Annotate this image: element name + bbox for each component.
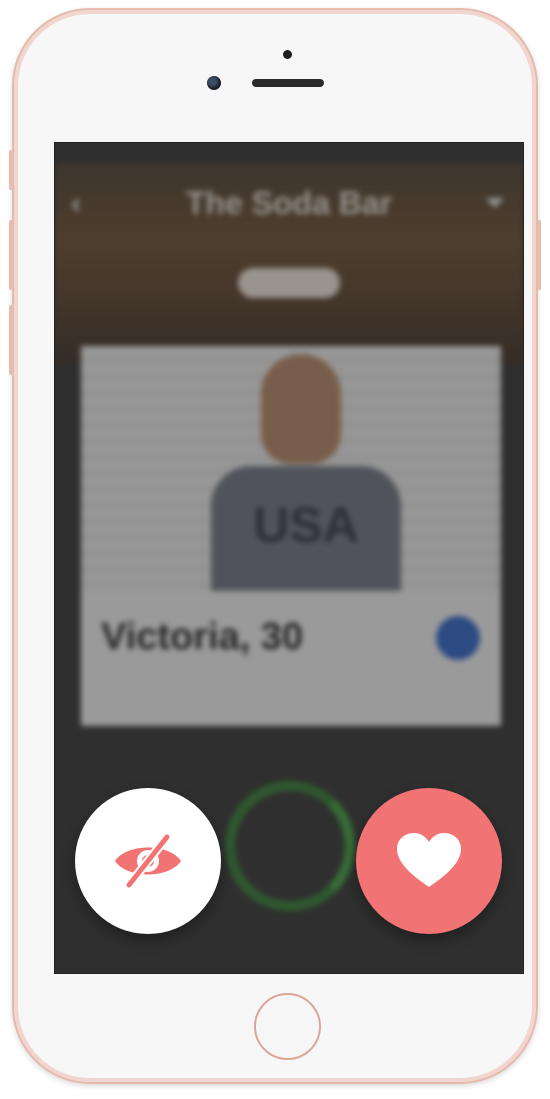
- profile-photo: USA: [81, 346, 501, 591]
- profile-photo-head: [261, 354, 341, 464]
- countdown-ring: [225, 781, 355, 911]
- profile-name-age: Victoria, 30: [101, 616, 304, 658]
- heart-icon: [397, 833, 461, 887]
- front-camera-icon: [207, 76, 221, 90]
- hide-button[interactable]: [75, 788, 221, 934]
- volume-down-button: [9, 305, 13, 375]
- volume-up-button: [9, 220, 13, 290]
- filter-icon[interactable]: ⏷: [484, 187, 505, 219]
- verified-badge-icon: [436, 616, 480, 660]
- home-button[interactable]: [254, 993, 321, 1060]
- power-button: [537, 220, 541, 290]
- phone-frame: ‹ The Soda Bar ⏷ USA Victoria, 30: [9, 8, 541, 1084]
- sensor-dot: [283, 50, 292, 59]
- venue-title: The Soda Bar: [185, 185, 393, 221]
- mute-switch: [9, 150, 13, 190]
- app-screen: ‹ The Soda Bar ⏷ USA Victoria, 30: [54, 142, 524, 974]
- like-button[interactable]: [356, 788, 502, 934]
- status-pill: [238, 268, 340, 298]
- earpiece-speaker: [252, 79, 324, 87]
- status-bar: [55, 145, 523, 163]
- shirt-text: USA: [253, 497, 359, 553]
- profile-card[interactable]: USA Victoria, 30: [81, 346, 501, 726]
- eye-slash-icon: [115, 832, 181, 890]
